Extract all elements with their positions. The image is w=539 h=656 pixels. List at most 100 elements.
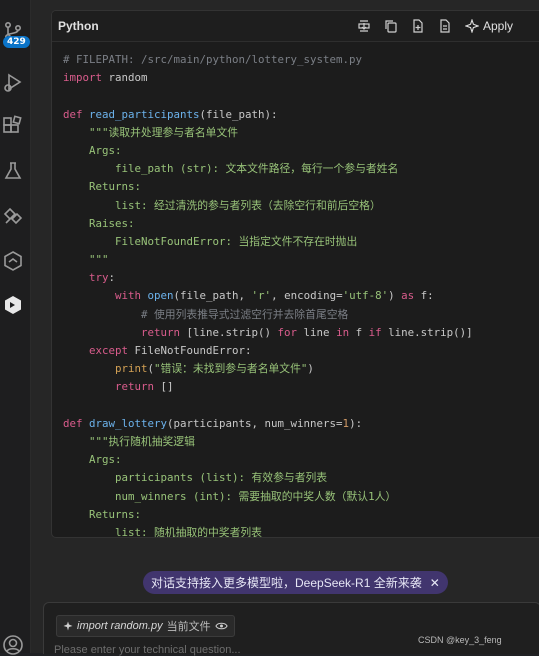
extensions-icon[interactable] bbox=[1, 115, 23, 137]
code-token: ): bbox=[349, 416, 363, 430]
docker-icon[interactable] bbox=[2, 250, 24, 272]
code-token: Args: bbox=[63, 143, 122, 157]
code-token: FileNotFoundError: bbox=[134, 344, 252, 357]
code-line: with open(file_path, 'r', encoding='utf-… bbox=[63, 287, 539, 305]
code-language-label: Python bbox=[58, 19, 99, 33]
code-line: except FileNotFoundError: bbox=[63, 342, 539, 360]
code-line: # FILEPATH: /src/main/python/lottery_sys… bbox=[63, 51, 539, 69]
sparkle-icon bbox=[63, 621, 73, 631]
code-token: 'utf-8' bbox=[342, 289, 389, 303]
code-line: def draw_lottery(participants, num_winne… bbox=[63, 415, 539, 433]
code-line: Returns: bbox=[63, 506, 539, 524]
code-line: num_winners (int): 需要抽取的中奖人数（默认1人） bbox=[63, 488, 539, 506]
code-line: # 使用列表推导式过滤空行并去除首尾空格 bbox=[63, 306, 539, 324]
insert-code-icon[interactable] bbox=[357, 19, 371, 33]
code-line: file_path (str): 文本文件路径，每行一个参与者姓名 bbox=[63, 160, 539, 178]
code-line: list: 经过清洗的参与者列表（去除空行和前后空格） bbox=[63, 197, 539, 215]
code-token: Returns: bbox=[63, 180, 142, 194]
code-line: FileNotFoundError: 当指定文件不存在时抛出 bbox=[63, 233, 539, 251]
code-line: Args: bbox=[63, 451, 539, 469]
code-line: """读取并处理参与者名单文件 bbox=[63, 124, 539, 142]
toast-text: 对话支持接入更多模型啦，DeepSeek-R1 全新来袭 bbox=[151, 576, 422, 590]
code-line: ​ bbox=[63, 87, 539, 105]
code-token: list: 经过清洗的参与者列表（去除空行和前后空格） bbox=[63, 198, 381, 212]
code-block: Python Apply # FILEPATH: /src/main/pytho… bbox=[51, 10, 539, 538]
code-token: list: 随机抽取的中奖者列表 bbox=[63, 525, 262, 538]
code-token: in bbox=[336, 325, 350, 339]
code-token: num_winners (int): 需要抽取的中奖人数（默认1人） bbox=[63, 489, 397, 503]
code-token: f: bbox=[414, 289, 434, 303]
code-line: try: bbox=[63, 269, 539, 287]
code-token: ) bbox=[388, 289, 402, 303]
chat-input-area: import random.py 当前文件 Please enter your … bbox=[43, 602, 539, 656]
code-line: def read_participants(file_path): bbox=[63, 106, 539, 124]
activity-bar: 429 bbox=[0, 0, 31, 655]
code-token: # 使用列表推导式过滤空行并去除首尾空格 bbox=[63, 307, 349, 321]
watermark: CSDN @key_3_feng bbox=[418, 635, 502, 645]
code-token: (participants, num_winners= bbox=[167, 416, 343, 430]
code-line: import random bbox=[63, 69, 539, 87]
code-token: try bbox=[63, 271, 109, 285]
codegeex-icon[interactable] bbox=[2, 294, 24, 316]
code-token: ) bbox=[307, 362, 314, 376]
code-token: def bbox=[63, 107, 90, 121]
context-file-label: 当前文件 bbox=[166, 621, 211, 633]
code-block-toolbar: Apply bbox=[357, 19, 513, 33]
context-file-chip[interactable]: import random.py 当前文件 bbox=[56, 615, 235, 637]
code-line: Returns: bbox=[63, 178, 539, 196]
code-token: as bbox=[401, 289, 415, 303]
code-token: participants (list): 有效参与者列表 bbox=[63, 471, 328, 485]
code-token: [] bbox=[154, 380, 174, 394]
code-line: return [line.strip() for line in f if li… bbox=[63, 324, 539, 342]
code-token: def bbox=[63, 416, 90, 430]
code-token: with bbox=[63, 289, 148, 303]
code-token: f bbox=[349, 325, 369, 339]
code-line: Args: bbox=[63, 142, 539, 160]
code-token: return bbox=[63, 380, 155, 394]
code-token: """读取并处理参与者名单文件 bbox=[63, 125, 239, 139]
code-token: random bbox=[102, 71, 148, 85]
code-token: read_participants bbox=[89, 107, 200, 121]
apply-label: Apply bbox=[482, 19, 513, 33]
source-control-badge: 429 bbox=[3, 36, 30, 48]
run-debug-icon[interactable] bbox=[2, 71, 24, 93]
code-token: if bbox=[368, 325, 382, 339]
apply-button[interactable]: Apply bbox=[464, 19, 513, 33]
code-token: Args: bbox=[63, 453, 122, 467]
code-token: # FILEPATH: /src/main/python/lottery_sys… bbox=[63, 53, 363, 66]
diff-icon[interactable] bbox=[438, 19, 452, 33]
code-token: return bbox=[63, 325, 181, 339]
code-line: """ bbox=[63, 251, 539, 269]
code-token: Returns: bbox=[63, 507, 142, 521]
context-file-name: import random.py bbox=[77, 620, 163, 632]
code-token: 'r' bbox=[251, 289, 272, 303]
code-line: list: 随机抽取的中奖者列表 bbox=[63, 524, 539, 538]
code-token: Raises: bbox=[63, 216, 135, 230]
code-token: , encoding= bbox=[271, 289, 343, 303]
chat-input[interactable]: Please enter your technical question... bbox=[54, 644, 241, 656]
code-token: open bbox=[147, 289, 174, 303]
code-token: """执行随机抽奖逻辑 bbox=[63, 434, 195, 448]
code-token: except bbox=[63, 344, 135, 357]
copy-icon[interactable] bbox=[384, 19, 398, 33]
code-token: draw_lottery bbox=[89, 416, 168, 430]
code-line: ​ bbox=[63, 397, 539, 415]
code-line: Raises: bbox=[63, 215, 539, 233]
code-token: FileNotFoundError: 当指定文件不存在时抛出 bbox=[63, 234, 358, 248]
code-line: """执行随机抽奖逻辑 bbox=[63, 433, 539, 451]
testing-icon[interactable] bbox=[2, 160, 24, 182]
code-token: for bbox=[277, 325, 298, 339]
chat-panel: Python Apply # FILEPATH: /src/main/pytho… bbox=[31, 0, 539, 656]
code-token: line bbox=[297, 325, 337, 339]
code-token: import bbox=[63, 71, 103, 85]
code-token: (file_path, bbox=[173, 289, 252, 303]
code-line: print("错误：未找到参与者名单文件") bbox=[63, 360, 539, 378]
code-token: [line.strip() bbox=[180, 325, 278, 339]
announcement-toast: 对话支持接入更多模型啦，DeepSeek-R1 全新来袭 ✕ bbox=[143, 571, 448, 594]
remote-icon[interactable] bbox=[2, 205, 24, 227]
close-icon[interactable]: ✕ bbox=[430, 576, 440, 590]
new-file-icon[interactable] bbox=[411, 19, 425, 33]
sparkle-icon bbox=[464, 19, 479, 33]
eye-icon[interactable] bbox=[214, 621, 228, 631]
code-token: : bbox=[108, 271, 116, 285]
